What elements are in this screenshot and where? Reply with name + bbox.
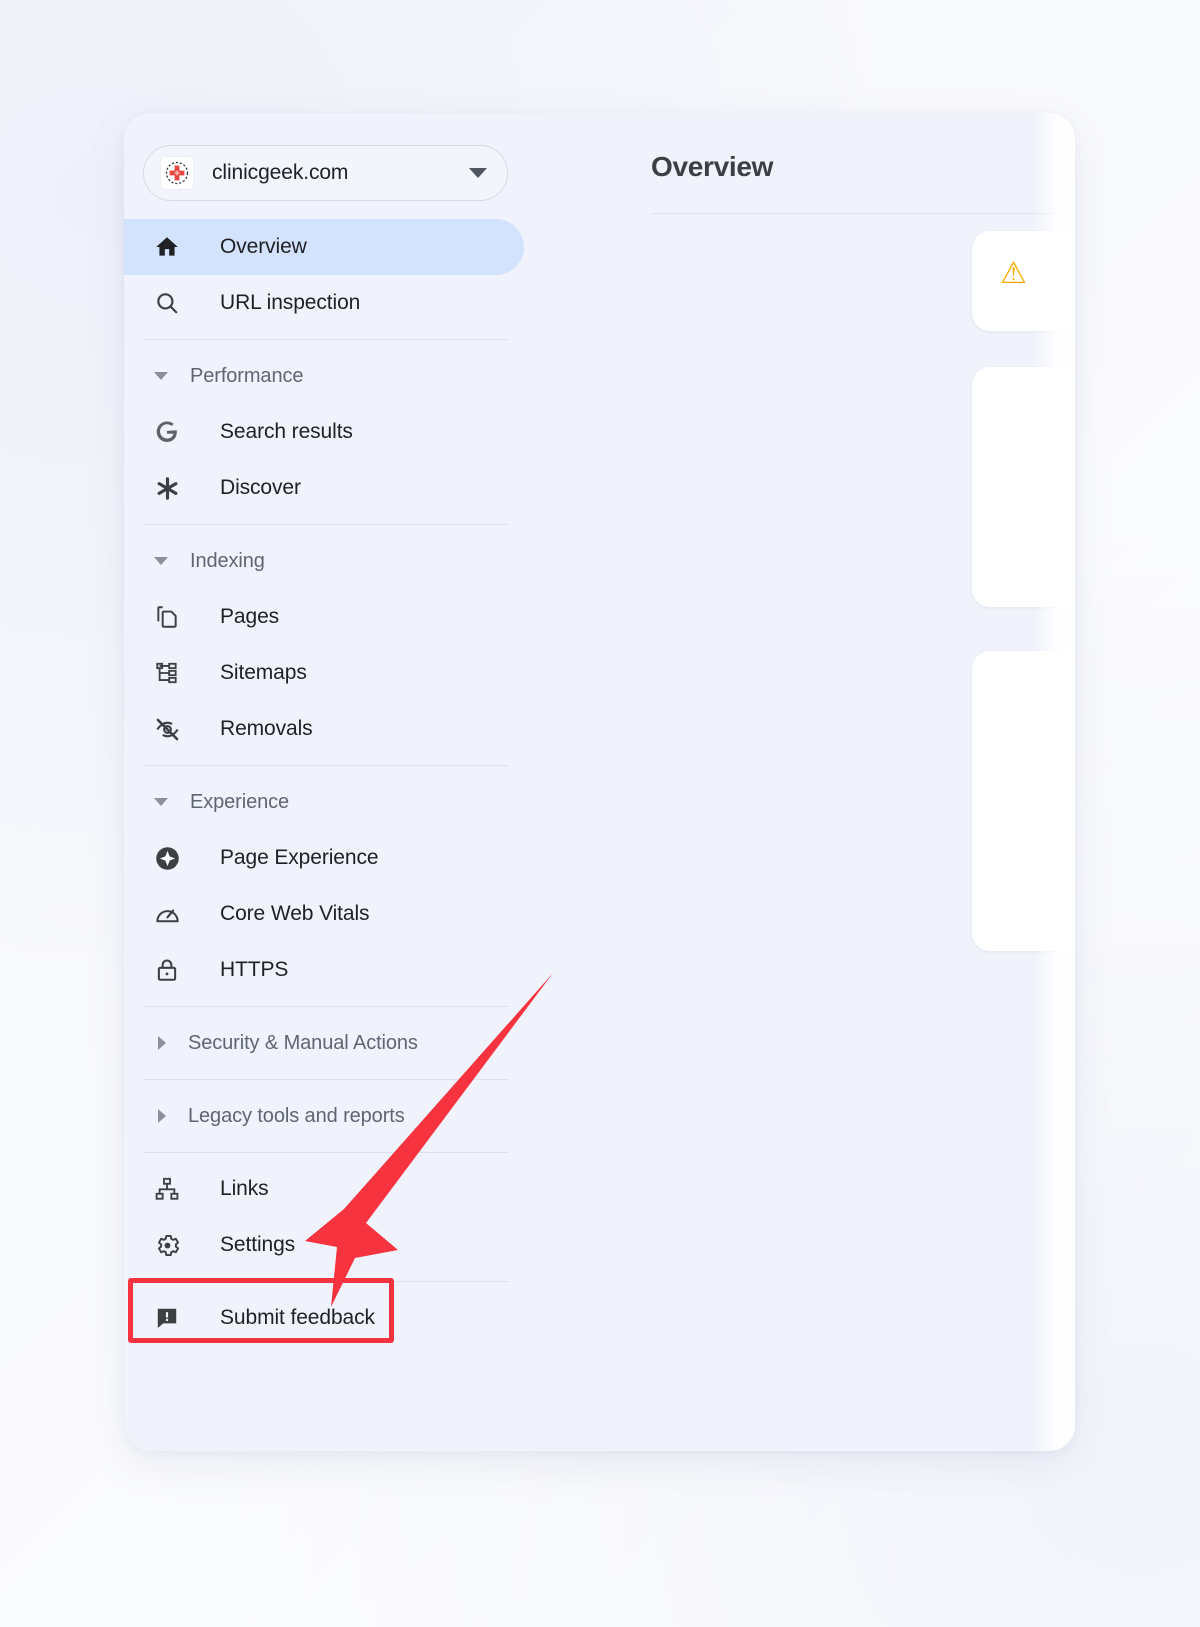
sidebar-item-page-experience[interactable]: Page Experience: [124, 830, 620, 886]
sidebar-nav: Overview URL inspection Performance Sear…: [124, 219, 620, 1346]
chevron-right-icon: [158, 1109, 166, 1123]
divider: [143, 1152, 508, 1153]
property-name: clinicgeek.com: [212, 161, 349, 184]
sidebar-section-performance[interactable]: Performance: [124, 348, 620, 404]
sidebar-section-indexing[interactable]: Indexing: [124, 533, 620, 589]
sidebar-item-label: HTTPS: [220, 958, 289, 981]
divider: [143, 765, 508, 766]
section-label: Indexing: [190, 549, 265, 572]
sidebar-item-label: Pages: [220, 605, 280, 628]
divider: [143, 1079, 508, 1080]
sidebar-section-security-manual-actions[interactable]: Security & Manual Actions: [124, 1015, 620, 1071]
page-title: Overview: [651, 151, 774, 182]
sidebar-item-links[interactable]: Links: [124, 1161, 620, 1217]
sidebar-item-label: Search results: [220, 420, 353, 443]
sidebar: clinicgeek.com Overview URL inspection P…: [124, 113, 620, 1451]
section-label: Performance: [190, 364, 304, 387]
sidebar-item-label: Core Web Vitals: [220, 902, 370, 925]
sidebar-item-search-results[interactable]: Search results: [124, 404, 620, 460]
section-label: Security & Manual Actions: [188, 1031, 418, 1054]
content-area: Overview ⚠: [620, 113, 1075, 1451]
feedback-icon: [152, 1305, 182, 1331]
divider: [143, 1006, 508, 1007]
sidebar-item-label: Submit feedback: [220, 1306, 375, 1329]
divider: [143, 524, 508, 525]
google-g-icon: [152, 419, 182, 445]
search-icon: [152, 290, 182, 316]
home-icon: [152, 234, 182, 260]
sidebar-item-sitemaps[interactable]: Sitemaps: [124, 645, 620, 701]
sidebar-item-label: URL inspection: [220, 291, 361, 314]
section-label: Legacy tools and reports: [188, 1104, 405, 1127]
divider: [143, 1281, 508, 1282]
chevron-right-icon: [158, 1036, 166, 1050]
search-console-window: clinicgeek.com Overview URL inspection P…: [124, 113, 1075, 1451]
gear-icon: [152, 1232, 182, 1259]
sidebar-item-label: Page Experience: [220, 846, 379, 869]
chevron-down-icon: [154, 798, 168, 806]
sidebar-item-discover[interactable]: Discover: [124, 460, 620, 516]
speedometer-icon: [152, 901, 182, 928]
eye-off-icon: [152, 716, 182, 743]
sidebar-item-label: Discover: [220, 476, 301, 499]
sidebar-section-legacy-tools[interactable]: Legacy tools and reports: [124, 1088, 620, 1144]
sidebar-item-label: Links: [220, 1177, 269, 1200]
sidebar-item-label: Sitemaps: [220, 661, 307, 684]
sidebar-section-experience[interactable]: Experience: [124, 774, 620, 830]
chevron-down-icon: [154, 557, 168, 565]
sidebar-item-label: Settings: [220, 1233, 296, 1256]
page-experience-icon: [152, 845, 182, 872]
chevron-down-icon: [154, 372, 168, 380]
sidebar-item-label: Overview: [220, 235, 307, 258]
overview-card-indexing[interactable]: ⚠: [972, 231, 1075, 331]
section-label: Experience: [190, 790, 290, 813]
chevron-down-icon[interactable]: [469, 168, 487, 178]
links-tree-icon: [152, 1176, 182, 1202]
sidebar-item-label: Removals: [220, 717, 313, 740]
sidebar-item-url-inspection[interactable]: URL inspection: [124, 275, 620, 331]
medical-cross-favicon: [160, 156, 194, 190]
sidebar-item-pages[interactable]: Pages: [124, 589, 620, 645]
discover-asterisk-icon: [152, 475, 182, 502]
overview-card-enhancements[interactable]: [972, 651, 1075, 951]
sidebar-item-removals[interactable]: Removals: [124, 701, 620, 757]
sidebar-item-core-web-vitals[interactable]: Core Web Vitals: [124, 886, 620, 942]
pages-copy-icon: [152, 604, 182, 630]
divider: [143, 339, 508, 340]
sitemap-tree-icon: [152, 660, 182, 686]
property-selector[interactable]: clinicgeek.com: [143, 145, 508, 201]
title-divider: [651, 213, 1075, 214]
sidebar-item-submit-feedback[interactable]: Submit feedback: [124, 1290, 620, 1346]
overview-card-experience[interactable]: [972, 367, 1075, 607]
warning-amber-icon: ⚠: [1000, 257, 1027, 290]
sidebar-item-https[interactable]: HTTPS: [124, 942, 620, 998]
sidebar-item-settings[interactable]: Settings: [124, 1217, 620, 1273]
lock-icon: [152, 957, 182, 983]
sidebar-item-overview[interactable]: Overview: [124, 219, 524, 275]
